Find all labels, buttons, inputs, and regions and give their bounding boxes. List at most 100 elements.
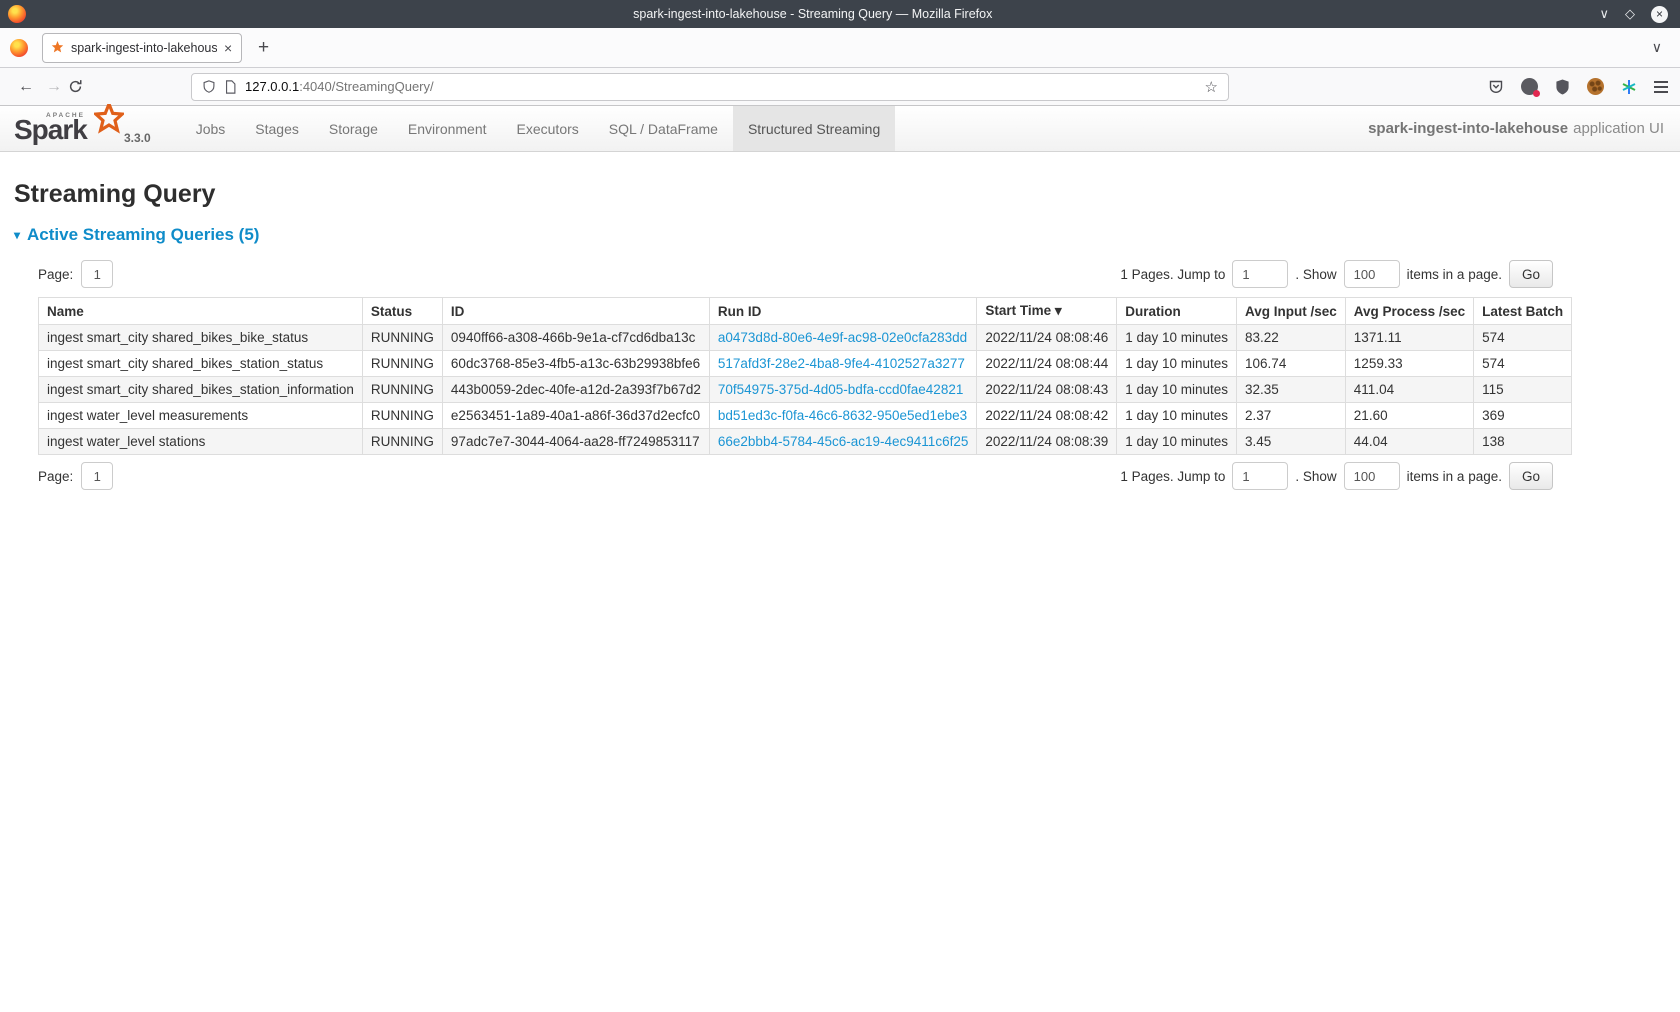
shield-permissions-icon[interactable]	[202, 80, 216, 94]
active-queries-section-header[interactable]: ▾ Active Streaming Queries (5)	[14, 225, 1666, 245]
page-label: Page:	[38, 469, 73, 484]
go-button[interactable]: Go	[1509, 462, 1553, 490]
url-bar[interactable]: 127.0.0.1:4040/StreamingQuery/ ☆	[191, 73, 1229, 101]
items-per-page-input[interactable]	[1344, 462, 1400, 490]
column-header-status[interactable]: Status	[362, 298, 442, 325]
tab-environment[interactable]: Environment	[393, 106, 502, 151]
browser-toolbar: ← → 127.0.0.1:4040/StreamingQuery/ ☆	[0, 68, 1680, 106]
application-name: spark-ingest-into-lakehouse	[1368, 120, 1568, 137]
query-name: ingest water_level stations	[39, 429, 363, 455]
firefox-icon	[8, 5, 26, 23]
column-header-avg-input[interactable]: Avg Input /sec	[1237, 298, 1346, 325]
column-header-latest-batch[interactable]: Latest Batch	[1474, 298, 1572, 325]
items-label: items in a page.	[1407, 469, 1502, 484]
query-id: e2563451-1a89-40a1-a86f-36d37d2ecfc0	[442, 403, 709, 429]
query-status: RUNNING	[362, 351, 442, 377]
list-tabs-icon[interactable]: ∨	[1652, 39, 1662, 56]
query-start-time: 2022/11/24 08:08:42	[977, 403, 1117, 429]
bookmark-star-icon[interactable]: ☆	[1205, 78, 1218, 96]
pocket-icon[interactable]	[1488, 79, 1504, 95]
tab-close-icon[interactable]: ×	[224, 40, 232, 56]
page-info-icon[interactable]	[224, 80, 237, 94]
spark-brand: Spark	[14, 114, 87, 146]
run-id-link[interactable]: 70f54975-375d-4d05-bdfa-ccd0fae42821	[718, 382, 963, 397]
application-suffix: application UI	[1573, 120, 1664, 137]
column-header-run-id[interactable]: Run ID	[709, 298, 976, 325]
page-label: Page:	[38, 267, 73, 282]
table-row: ingest water_level stations RUNNING 97ad…	[39, 429, 1572, 455]
pagination-top: Page: 1 Pages. Jump to . Show items in a…	[38, 253, 1553, 295]
query-duration: 1 day 10 minutes	[1117, 403, 1237, 429]
tab-title: spark-ingest-into-lakehous	[71, 41, 217, 55]
query-avg-process: 1259.33	[1345, 351, 1473, 377]
reload-icon[interactable]	[68, 79, 83, 94]
column-header-id[interactable]: ID	[442, 298, 709, 325]
page-input[interactable]	[81, 462, 113, 490]
column-header-duration[interactable]: Duration	[1117, 298, 1237, 325]
ublock-icon[interactable]	[1555, 79, 1570, 95]
query-avg-input: 2.37	[1237, 403, 1346, 429]
go-button[interactable]: Go	[1509, 260, 1553, 288]
query-avg-input: 3.45	[1237, 429, 1346, 455]
page-input[interactable]	[81, 260, 113, 288]
firefox-icon[interactable]	[10, 39, 28, 57]
streaming-queries-table: Name Status ID Run ID Start Time ▾ Durat…	[38, 297, 1572, 455]
query-avg-input: 83.22	[1237, 325, 1346, 351]
run-id-link[interactable]: a0473d8d-80e6-4e9f-ac98-02e0cfa283dd	[718, 330, 967, 345]
jump-to-input[interactable]	[1232, 260, 1288, 288]
run-id-link[interactable]: 66e2bbb4-5784-45c6-ac19-4ec9411c6f25	[718, 434, 968, 449]
window-titlebar: spark-ingest-into-lakehouse - Streaming …	[0, 0, 1680, 28]
run-id-link[interactable]: bd51ed3c-f0fa-46c6-8632-950e5ed1ebe3	[718, 408, 967, 423]
column-header-start-time[interactable]: Start Time ▾	[977, 298, 1117, 325]
query-latest-batch: 138	[1474, 429, 1572, 455]
query-duration: 1 day 10 minutes	[1117, 325, 1237, 351]
query-latest-batch: 115	[1474, 377, 1572, 403]
query-latest-batch: 574	[1474, 325, 1572, 351]
close-icon[interactable]: ×	[1651, 6, 1668, 23]
show-label: . Show	[1295, 469, 1336, 484]
query-avg-process: 44.04	[1345, 429, 1473, 455]
query-avg-input: 32.35	[1237, 377, 1346, 403]
tab-storage[interactable]: Storage	[314, 106, 393, 151]
spark-favicon	[51, 41, 64, 54]
column-header-name[interactable]: Name	[39, 298, 363, 325]
query-id: 60dc3768-85e3-4fb5-a13c-63b29938bfe6	[442, 351, 709, 377]
pagination-bottom: Page: 1 Pages. Jump to . Show items in a…	[38, 455, 1553, 497]
minimize-icon[interactable]: ∨	[1599, 6, 1609, 22]
url-text[interactable]: 127.0.0.1:4040/StreamingQuery/	[245, 79, 1197, 94]
spark-nav-tabs: Jobs Stages Storage Environment Executor…	[181, 106, 896, 151]
jump-to-input[interactable]	[1232, 462, 1288, 490]
spark-logo[interactable]: APACHE Spark 3.3.0	[0, 106, 165, 151]
show-label: . Show	[1295, 267, 1336, 282]
page-title: Streaming Query	[14, 180, 1666, 209]
spark-star-icon	[94, 104, 124, 134]
tab-stages[interactable]: Stages	[240, 106, 314, 151]
tab-executors[interactable]: Executors	[502, 106, 594, 151]
column-header-avg-process[interactable]: Avg Process /sec	[1345, 298, 1473, 325]
browser-tab[interactable]: spark-ingest-into-lakehous ×	[42, 33, 242, 63]
query-id: 443b0059-2dec-40fe-a12d-2a393f7b67d2	[442, 377, 709, 403]
table-row: ingest smart_city shared_bikes_station_s…	[39, 351, 1572, 377]
extension-asterisk-icon[interactable]	[1621, 79, 1637, 95]
query-status: RUNNING	[362, 377, 442, 403]
query-avg-process: 411.04	[1345, 377, 1473, 403]
spark-navbar: APACHE Spark 3.3.0 Jobs Stages Storage E…	[0, 106, 1680, 152]
maximize-icon[interactable]: ◇	[1625, 6, 1635, 22]
forward-icon[interactable]: →	[40, 78, 68, 96]
query-name: ingest smart_city shared_bikes_station_i…	[39, 377, 363, 403]
menu-icon[interactable]	[1654, 81, 1668, 93]
tab-sql-dataframe[interactable]: SQL / DataFrame	[594, 106, 733, 151]
tab-jobs[interactable]: Jobs	[181, 106, 241, 151]
run-id-link[interactable]: 517afd3f-28e2-4ba8-9fe4-4102527a3277	[718, 356, 965, 371]
query-latest-batch: 369	[1474, 403, 1572, 429]
multi-account-icon[interactable]	[1521, 78, 1538, 95]
cookie-icon[interactable]	[1587, 78, 1604, 95]
items-per-page-input[interactable]	[1344, 260, 1400, 288]
new-tab-button[interactable]: +	[258, 38, 269, 57]
table-row: ingest water_level measurements RUNNING …	[39, 403, 1572, 429]
query-start-time: 2022/11/24 08:08:44	[977, 351, 1117, 377]
browser-tab-bar: spark-ingest-into-lakehous × + ∨	[0, 28, 1680, 68]
back-icon[interactable]: ←	[12, 78, 40, 96]
tab-structured-streaming[interactable]: Structured Streaming	[733, 106, 895, 151]
query-status: RUNNING	[362, 429, 442, 455]
